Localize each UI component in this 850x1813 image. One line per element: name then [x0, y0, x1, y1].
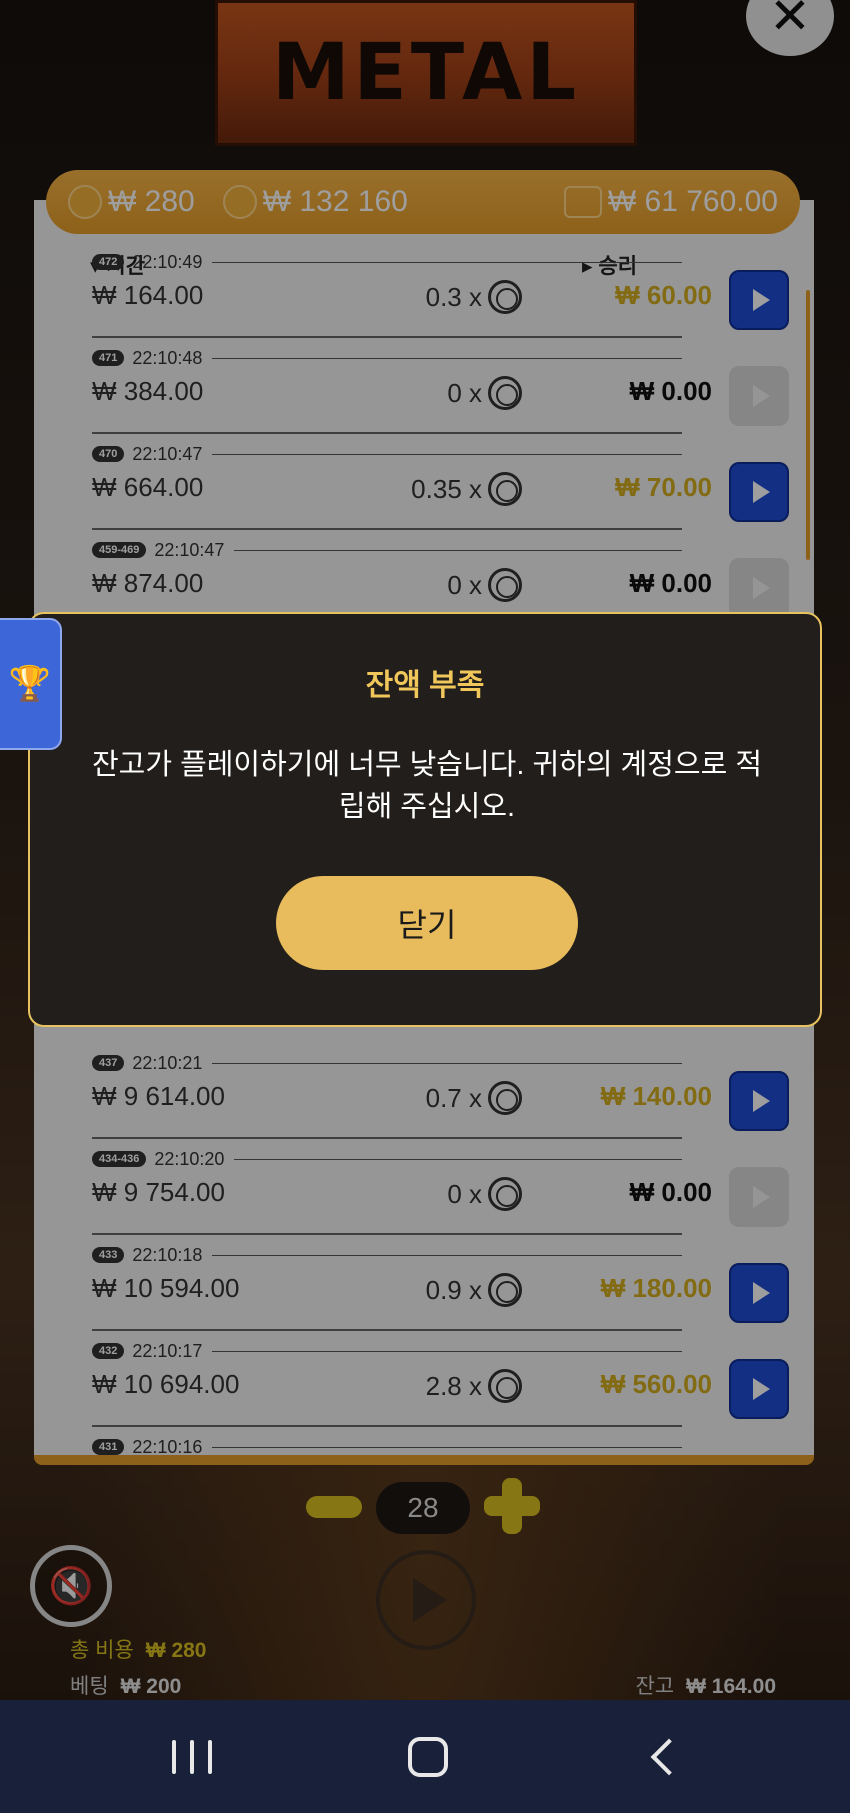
recent-apps-icon[interactable] [172, 1740, 212, 1774]
dialog-title: 잔액 부족 [365, 669, 485, 702]
android-nav-bar [0, 1700, 850, 1813]
close-button[interactable]: 닫기 [276, 876, 578, 970]
trophy-icon[interactable]: 🏆 [0, 618, 62, 750]
back-icon[interactable] [650, 1738, 688, 1776]
dialog-message: 잔고가 플레이하기에 너무 낮습니다. 귀하의 계정으로 적립해 주십시오. [91, 749, 763, 823]
home-icon[interactable] [408, 1737, 448, 1777]
insufficient-balance-dialog: 잔액 부족 잔고가 플레이하기에 너무 낮습니다. 귀하의 계정으로 적립해 주… [28, 612, 822, 1027]
